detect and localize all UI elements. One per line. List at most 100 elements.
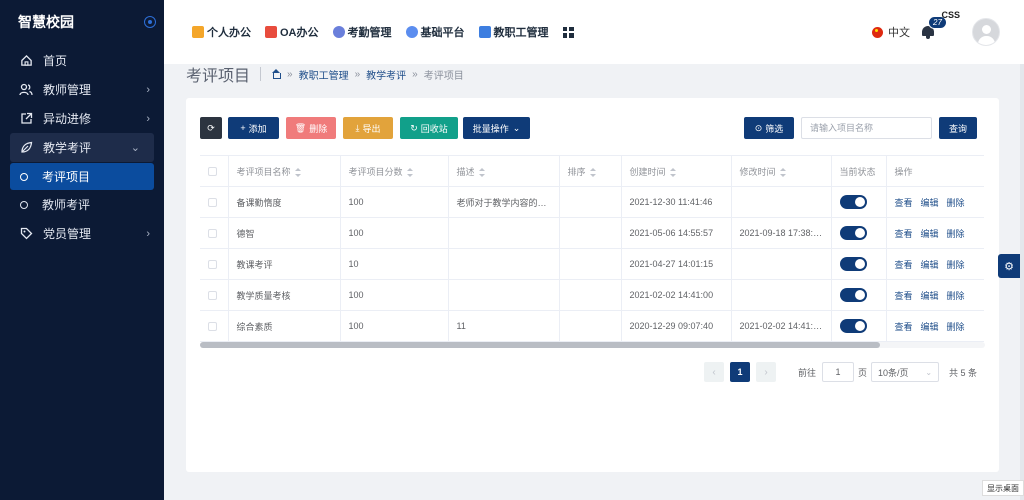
sidebar-subitem-teacher-evaluation[interactable]: 教师考评 <box>10 191 154 218</box>
next-page-button[interactable]: › <box>756 362 776 382</box>
filter-button[interactable]: ⊙ 筛选 <box>744 117 794 139</box>
cell-score: 100 <box>340 217 449 249</box>
breadcrumb-item[interactable]: 教学考评 <box>366 67 406 82</box>
edit-link[interactable]: 编辑 <box>921 260 939 270</box>
table-header-row: 考评项目名称 考评项目分数 描述 排序 创建时间 修改时间 当前状态 操作 <box>200 155 984 187</box>
column-header[interactable]: 排序 <box>559 155 622 187</box>
select-cell[interactable] <box>200 186 229 218</box>
view-link[interactable]: 查看 <box>895 291 913 301</box>
show-desktop-button[interactable]: 显示桌面 <box>982 480 1024 496</box>
checkbox[interactable] <box>208 260 217 270</box>
page-number-button[interactable]: 1 <box>730 362 750 382</box>
delete-button-label: 删除 <box>309 123 328 134</box>
scrollbar-thumb[interactable] <box>200 342 880 348</box>
sort-icon[interactable] <box>669 167 676 177</box>
view-link[interactable]: 查看 <box>895 322 913 332</box>
horizontal-scrollbar[interactable] <box>200 342 985 348</box>
sort-icon[interactable] <box>779 167 786 177</box>
topnav-attendance[interactable]: 考勤管理 <box>332 24 392 40</box>
notification-button[interactable]: 27 <box>920 16 947 40</box>
select-cell[interactable] <box>200 248 229 280</box>
breadcrumb-item[interactable]: 教职工管理 <box>299 67 349 82</box>
search-input[interactable] <box>801 117 932 139</box>
topnav-personal-office[interactable]: 个人办公 <box>192 24 251 40</box>
home-icon[interactable] <box>271 69 282 79</box>
status-toggle[interactable] <box>839 288 867 302</box>
collapse-toggle-icon[interactable] <box>144 16 156 28</box>
view-link[interactable]: 查看 <box>895 260 913 270</box>
checkbox[interactable] <box>208 198 217 208</box>
sidebar-subitem-evaluation-items[interactable]: 考评项目 <box>10 163 154 190</box>
view-link[interactable]: 查看 <box>895 198 913 208</box>
column-header-label: 考评项目分数 <box>348 166 403 177</box>
add-button[interactable]: + 添加 <box>228 117 279 139</box>
column-header[interactable]: 考评项目分数 <box>340 155 449 187</box>
column-header[interactable]: 描述 <box>448 155 560 187</box>
sort-icon[interactable] <box>406 167 413 177</box>
sort-icon[interactable] <box>589 167 596 177</box>
sidebar-item-home[interactable]: 首页 <box>0 46 164 75</box>
briefcase-icon <box>192 26 204 38</box>
select-all-cell[interactable] <box>200 155 229 187</box>
sidebar-item-label: 党员管理 <box>43 227 92 241</box>
status-toggle[interactable] <box>839 195 867 209</box>
delete-link[interactable]: 删除 <box>947 198 965 208</box>
cell-score: 10 <box>340 248 449 280</box>
delete-link[interactable]: 删除 <box>947 291 965 301</box>
checkbox[interactable] <box>208 291 217 301</box>
select-cell[interactable] <box>200 279 229 311</box>
recycle-bin-button[interactable]: ↻ 回收站 <box>400 117 458 139</box>
query-button[interactable]: 查询 <box>939 117 977 139</box>
edit-link[interactable]: 编辑 <box>921 229 939 239</box>
delete-button[interactable]: 🗑 删除 <box>286 117 336 139</box>
apps-grid-button[interactable] <box>562 26 574 38</box>
topnav-base-platform[interactable]: 基础平台 <box>405 24 465 40</box>
sidebar-item-transfer-training[interactable]: 异动进修 › <box>0 104 164 133</box>
delete-link[interactable]: 删除 <box>947 260 965 270</box>
delete-link[interactable]: 删除 <box>947 229 965 239</box>
checkbox[interactable] <box>208 322 217 332</box>
edit-link[interactable]: 编辑 <box>921 291 939 301</box>
prev-page-button[interactable]: ‹ <box>704 362 724 382</box>
refresh-button[interactable]: ⟳ <box>200 117 222 139</box>
language-switch[interactable]: 中文 <box>872 24 910 40</box>
view-link[interactable]: 查看 <box>895 229 913 239</box>
column-header[interactable]: 考评项目名称 <box>228 155 341 187</box>
column-header[interactable]: 创建时间 <box>621 155 732 187</box>
cell-score: 100 <box>340 279 449 311</box>
batch-operation-button[interactable]: 批量操作 ⌄ <box>463 117 530 139</box>
top-right: 中文 27 CSS <box>872 0 1000 64</box>
sidebar-item-teacher-management[interactable]: 教师管理 › <box>0 75 164 104</box>
goto-page-input[interactable]: 1 <box>822 362 855 382</box>
export-button[interactable]: ⤓ 导出 <box>343 117 393 139</box>
sort-icon[interactable] <box>478 167 485 177</box>
cell-description <box>448 279 560 311</box>
avatar[interactable] <box>972 18 1000 46</box>
delete-link[interactable]: 删除 <box>947 322 965 332</box>
column-header[interactable]: 修改时间 <box>731 155 832 187</box>
select-cell[interactable] <box>200 217 229 249</box>
page-size-select[interactable]: 10条/页 ⌄ <box>871 362 940 382</box>
settings-gear-button[interactable]: ⚙ <box>998 254 1020 278</box>
edit-link[interactable]: 编辑 <box>921 198 939 208</box>
checkbox[interactable] <box>208 167 217 177</box>
column-header-label: 考评项目名称 <box>236 166 291 177</box>
topnav-oa-office[interactable]: OA办公 <box>265 24 319 40</box>
cell-name: 备课勤惰度 <box>228 186 341 218</box>
topnav-staff-management[interactable]: 教职工管理 <box>478 24 549 40</box>
select-cell[interactable] <box>200 310 229 342</box>
status-toggle[interactable] <box>839 257 867 271</box>
sort-icon[interactable] <box>294 167 301 177</box>
circle-icon <box>20 172 28 181</box>
sidebar-item-label: 教学考评 <box>43 141 92 155</box>
sidebar-item-teaching-evaluation[interactable]: 教学考评 ⌄ <box>10 133 154 162</box>
status-toggle[interactable] <box>839 226 867 240</box>
status-toggle[interactable] <box>839 319 867 333</box>
sidebar-menu: 首页 教师管理 › 异动进修 › 教学考评 ⌄ 考评项目 教师考评 党员管理 › <box>0 46 164 248</box>
top-nav: 个人办公 OA办公 考勤管理 基础平台 教职工管理 <box>192 24 588 40</box>
column-header: 操作 <box>886 155 984 187</box>
sidebar-item-party-management[interactable]: 党员管理 › <box>0 219 164 248</box>
checkbox[interactable] <box>208 229 217 239</box>
edit-link[interactable]: 编辑 <box>921 322 939 332</box>
topnav-label: 教职工管理 <box>493 27 549 39</box>
